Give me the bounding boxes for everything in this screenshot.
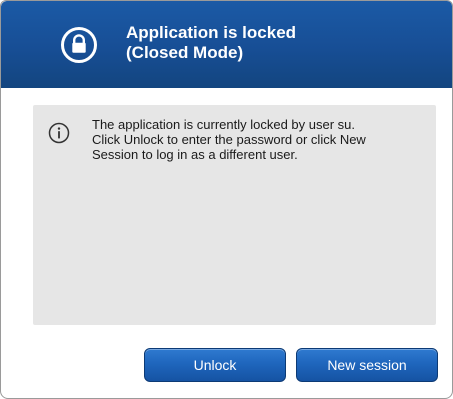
dialog-header: Application is locked (Closed Mode) bbox=[1, 1, 452, 88]
unlock-button[interactable]: Unlock bbox=[144, 348, 286, 382]
message-line-1: The application is currently locked by u… bbox=[92, 117, 356, 132]
message-panel: The application is currently locked by u… bbox=[33, 105, 436, 325]
dialog-title-line-2: (Closed Mode) bbox=[126, 43, 244, 62]
dialog-title: Application is locked (Closed Mode) bbox=[126, 23, 296, 63]
info-icon bbox=[48, 122, 70, 144]
message-line-2: Click Unlock to enter the password or cl… bbox=[92, 132, 366, 147]
message-text: The application is currently locked by u… bbox=[92, 117, 432, 162]
dialog-title-line-1: Application is locked bbox=[126, 23, 297, 42]
locked-dialog: Application is locked (Closed Mode) The … bbox=[0, 0, 453, 399]
message-line-3: Session to log in as a different user. bbox=[92, 147, 298, 162]
new-session-button[interactable]: New session bbox=[296, 348, 438, 382]
lock-icon bbox=[61, 27, 97, 63]
